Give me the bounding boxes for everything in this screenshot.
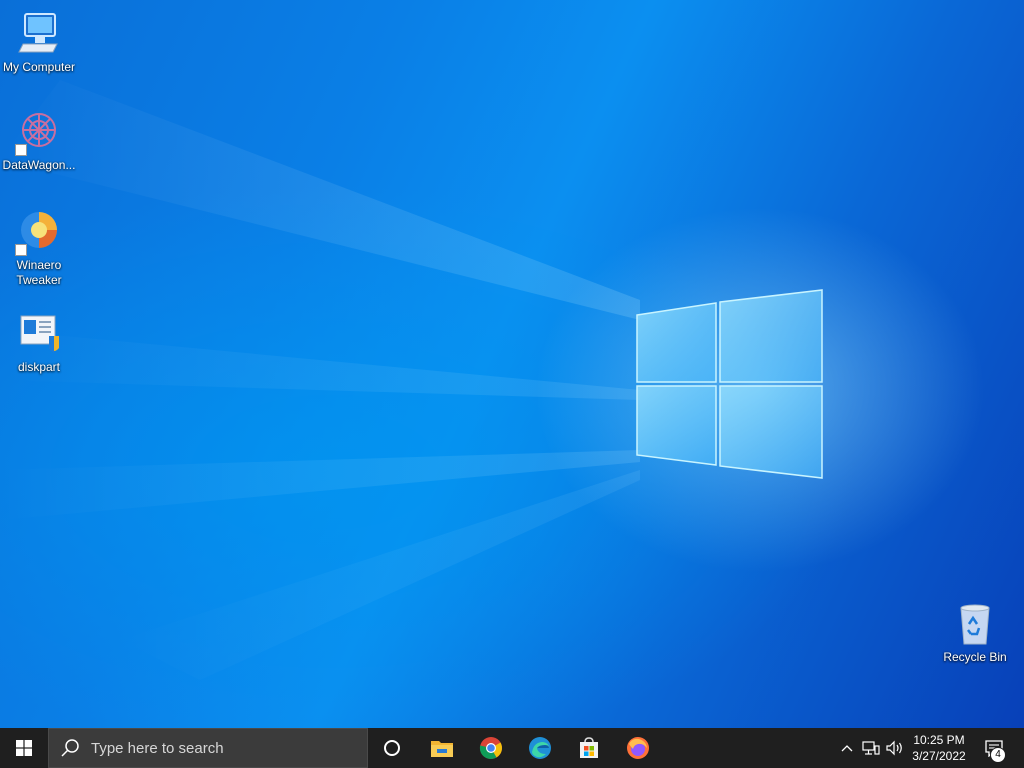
desktop: My Computer DataWagon... Winaero Tweaker… — [0, 0, 1024, 728]
taskbar: Type here to search 10:25 PM 3/27/2022 4 — [0, 728, 1024, 768]
clock[interactable]: 10:25 PM 3/27/2022 — [906, 728, 972, 768]
windows-logo — [636, 289, 823, 479]
desktop-icon-label: Winaero Tweaker — [16, 258, 62, 287]
clock-time: 10:25 PM — [913, 733, 965, 747]
desktop-icon-label: Recycle Bin — [943, 650, 1007, 664]
desktop-icon-my-computer[interactable]: My Computer — [0, 10, 78, 75]
taskbar-firefox[interactable] — [614, 728, 662, 768]
chrome-icon — [479, 737, 502, 760]
desktop-icon-diskpart[interactable]: diskpart — [0, 310, 78, 375]
taskbar-chrome[interactable] — [467, 728, 515, 768]
taskbar-edge[interactable] — [516, 728, 564, 768]
volume-button[interactable] — [884, 728, 906, 768]
desktop-icon-datawagon[interactable]: DataWagon... — [0, 108, 78, 173]
search-input[interactable]: Type here to search — [48, 728, 368, 768]
shortcut-arrow-icon — [15, 144, 27, 156]
desktop-icon-label: diskpart — [17, 360, 61, 374]
taskbar-file-explorer[interactable] — [418, 728, 466, 768]
recycle-bin-icon — [951, 600, 999, 648]
diskpart-icon — [15, 310, 63, 358]
clock-date: 3/27/2022 — [912, 749, 966, 763]
volume-icon — [886, 740, 902, 756]
firefox-icon — [627, 737, 649, 759]
search-placeholder: Type here to search — [91, 739, 224, 757]
start-button[interactable] — [0, 728, 48, 768]
windows-start-icon — [16, 740, 32, 756]
shortcut-arrow-icon — [15, 244, 27, 256]
wallpaper-beams — [0, 80, 823, 680]
datawagon-icon — [15, 108, 63, 156]
search-icon — [61, 739, 79, 757]
file-explorer-icon — [431, 741, 453, 757]
desktop-icon-label: DataWagon... — [2, 158, 76, 172]
cortana-icon — [384, 740, 400, 756]
notification-count-badge: 4 — [990, 747, 1006, 763]
desktop-icon-recycle-bin[interactable]: Recycle Bin — [936, 600, 1014, 665]
cortana-button[interactable] — [368, 728, 416, 768]
show-hidden-icons-button[interactable] — [836, 728, 858, 768]
network-button[interactable] — [860, 728, 882, 768]
edge-icon — [529, 737, 551, 759]
network-icon — [862, 741, 880, 755]
action-center-button[interactable]: 4 — [976, 728, 1012, 768]
taskbar-store[interactable] — [565, 728, 613, 768]
computer-icon — [15, 10, 63, 58]
store-icon — [580, 737, 598, 758]
desktop-icon-winaero-tweaker[interactable]: Winaero Tweaker — [0, 208, 78, 288]
chevron-up-icon — [841, 745, 853, 752]
desktop-icon-label: My Computer — [2, 60, 76, 74]
winaero-tweaker-icon — [15, 208, 63, 256]
